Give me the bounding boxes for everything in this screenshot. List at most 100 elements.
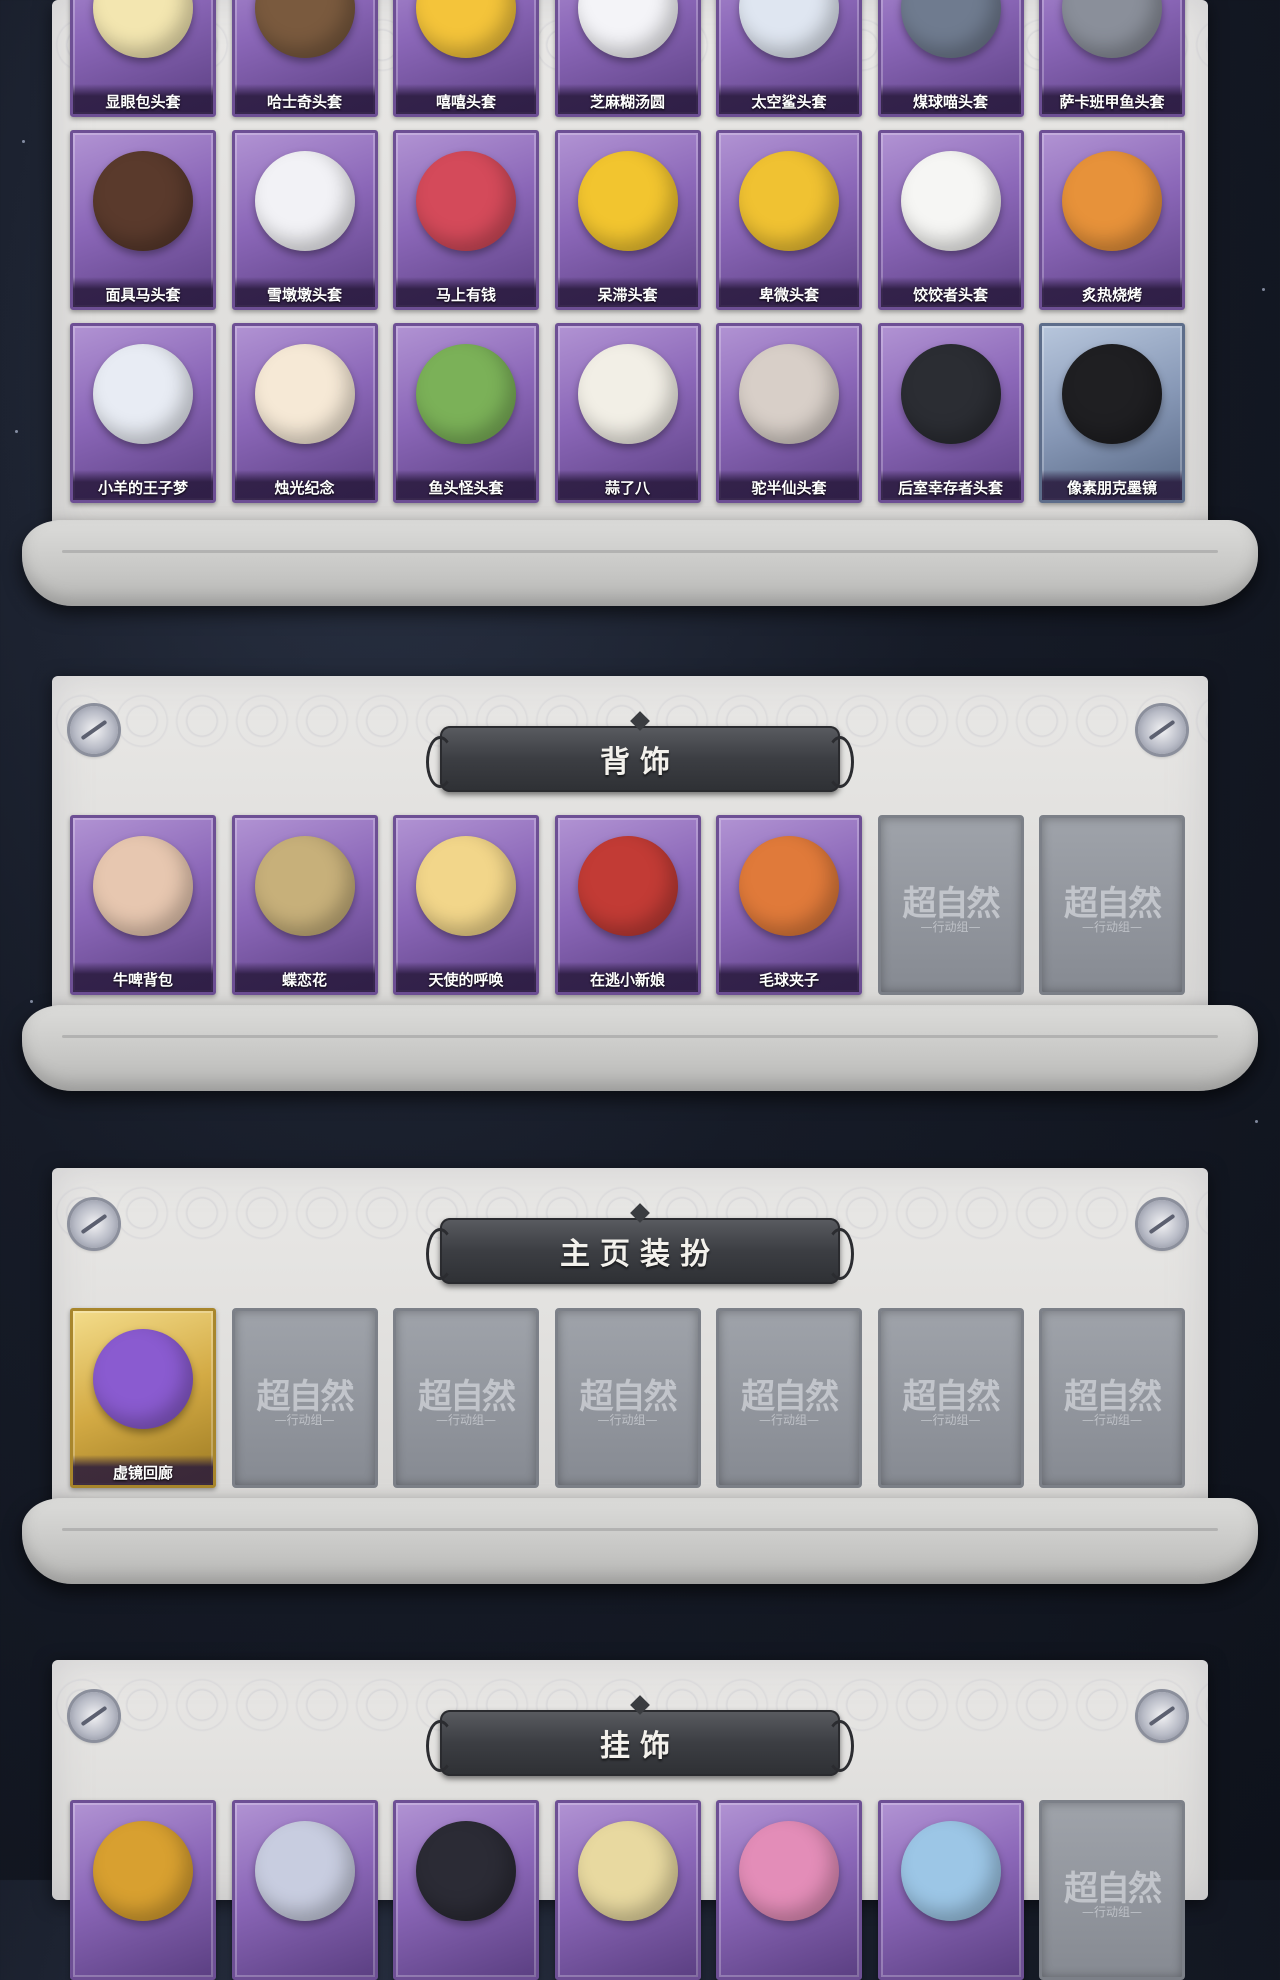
item-card[interactable] [231, 1800, 378, 1980]
item-artwork [739, 151, 839, 251]
section-title: 主页装扮 [560, 1237, 720, 1272]
item-label: 嘻嘻头套 [396, 84, 536, 114]
item-artwork [739, 836, 839, 936]
back-panel-scroll-bottom [22, 1005, 1258, 1091]
item-artwork [739, 0, 839, 58]
item-artwork [254, 344, 355, 444]
item-label: 牛啤背包 [73, 962, 213, 992]
section-title: 背饰 [600, 745, 680, 780]
home-panel-scroll-bottom [22, 1498, 1258, 1584]
item-card[interactable]: 鱼头怪头套 [393, 323, 539, 503]
item-artwork [1062, 344, 1162, 444]
item-card[interactable]: 嘻嘻头套 [393, 0, 539, 117]
item-card[interactable]: 呆滞头套 [554, 130, 701, 310]
placeholder-logo-sub: —行动组— [1081, 920, 1142, 934]
item-card[interactable]: 小羊的王子梦 [70, 323, 216, 503]
item-artwork [93, 1329, 193, 1429]
item-card[interactable] [877, 1800, 1024, 1980]
item-artwork [577, 151, 678, 251]
item-card[interactable] [393, 1800, 539, 1980]
item-card[interactable]: 饺饺者头套 [877, 130, 1024, 310]
item-label: 驼半仙头套 [719, 470, 859, 500]
compass-icon [1138, 706, 1186, 754]
item-card[interactable]: 蝶恋花 [231, 815, 378, 995]
placeholder-logo-sub: —行动组— [758, 1413, 819, 1427]
item-label: 天使的呼唤 [396, 962, 536, 992]
item-artwork [254, 1821, 355, 1921]
item-label: 马上有钱 [396, 277, 536, 307]
item-card[interactable] [70, 1800, 216, 1980]
item-card[interactable]: 虚镜回廊 [70, 1308, 216, 1488]
item-artwork [739, 344, 839, 444]
item-artwork [900, 151, 1001, 251]
item-artwork [416, 0, 516, 58]
compass-icon [1138, 1692, 1186, 1740]
item-card[interactable]: 萨卡班甲鱼头套 [1039, 0, 1185, 117]
item-card[interactable]: 牛啤背包 [70, 815, 216, 995]
item-artwork [93, 1821, 193, 1921]
head-row-3: 小羊的王子梦 烛光纪念 鱼头怪头套 蒜了八 驼半仙头套 后室幸存者头套 像素朋克墨镜 [70, 323, 1185, 503]
placeholder-logo-sub: —行动组— [274, 1413, 335, 1427]
section-title: 挂饰 [600, 1729, 680, 1764]
item-card[interactable]: 煤球喵头套 [877, 0, 1024, 117]
head-row-1: 显眼包头套 哈士奇头套 嘻嘻头套 芝麻糊汤圆 太空鲨头套 煤球喵头套 萨卡班甲鱼头套 [70, 0, 1185, 117]
item-artwork [416, 344, 516, 444]
item-card[interactable]: 烛光纪念 [231, 323, 378, 503]
item-label: 卑微头套 [719, 277, 859, 307]
item-card[interactable]: 芝麻糊汤圆 [554, 0, 701, 117]
placeholder-logo-sub: —行动组— [1081, 1905, 1142, 1919]
item-artwork [93, 344, 193, 444]
item-label: 虚镜回廊 [73, 1455, 213, 1485]
item-card[interactable]: 天使的呼唤 [393, 815, 539, 995]
pendant-section-banner: 挂饰 [426, 1695, 854, 1776]
item-artwork [416, 836, 516, 936]
item-label: 后室幸存者头套 [880, 470, 1021, 500]
item-artwork [1062, 0, 1162, 58]
placeholder-logo-sub: —行动组— [1081, 1413, 1142, 1427]
item-card[interactable]: 马上有钱 [393, 130, 539, 310]
item-label: 显眼包头套 [73, 84, 213, 114]
item-label: 面具马头套 [73, 277, 213, 307]
compass-icon [70, 706, 118, 754]
item-label: 毛球夹子 [719, 962, 859, 992]
back-section-banner: 背饰 [426, 711, 854, 792]
item-artwork [254, 836, 355, 936]
item-label: 饺饺者头套 [880, 277, 1021, 307]
item-artwork [900, 344, 1001, 444]
item-card[interactable]: 太空鲨头套 [716, 0, 862, 117]
item-card[interactable]: 驼半仙头套 [716, 323, 862, 503]
item-card[interactable]: 毛球夹子 [716, 815, 862, 995]
item-artwork [577, 0, 678, 58]
item-card[interactable]: 像素朋克墨镜 [1039, 323, 1185, 503]
pendant-row: 超自然 —行动组— [70, 1800, 1185, 1980]
item-label: 小羊的王子梦 [73, 470, 213, 500]
compass-icon [1138, 1200, 1186, 1248]
item-label: 烛光纪念 [234, 470, 375, 500]
item-card[interactable]: 卑微头套 [716, 130, 862, 310]
locked-placeholder-card: 超自然 —行动组— [1039, 1308, 1185, 1488]
item-card[interactable]: 面具马头套 [70, 130, 216, 310]
item-artwork [900, 0, 1001, 58]
item-card[interactable] [716, 1800, 862, 1980]
placeholder-logo-sub: —行动组— [920, 920, 981, 934]
item-artwork [93, 0, 193, 58]
item-card[interactable]: 显眼包头套 [70, 0, 216, 117]
item-card[interactable]: 在逃小新娘 [554, 815, 701, 995]
item-card[interactable]: 哈士奇头套 [231, 0, 378, 117]
item-card[interactable]: 蒜了八 [554, 323, 701, 503]
item-artwork [739, 1821, 839, 1921]
locked-placeholder-card: 超自然 —行动组— [231, 1308, 378, 1488]
item-label: 哈士奇头套 [234, 84, 375, 114]
item-artwork [416, 151, 516, 251]
home-section-banner: 主页装扮 [426, 1203, 854, 1284]
home-row: 虚镜回廊 超自然 —行动组— 超自然 —行动组— 超自然 —行动组— 超自然 —行动组— 超自然 —… [70, 1308, 1185, 1488]
item-label: 太空鲨头套 [719, 84, 859, 114]
placeholder-logo-sub: —行动组— [435, 1413, 496, 1427]
item-card[interactable]: 后室幸存者头套 [877, 323, 1024, 503]
item-card[interactable]: 雪墩墩头套 [231, 130, 378, 310]
item-card[interactable]: 炙热烧烤 [1039, 130, 1185, 310]
item-artwork [254, 0, 355, 58]
item-artwork [577, 836, 678, 936]
item-card[interactable] [554, 1800, 701, 1980]
item-label: 煤球喵头套 [880, 84, 1021, 114]
